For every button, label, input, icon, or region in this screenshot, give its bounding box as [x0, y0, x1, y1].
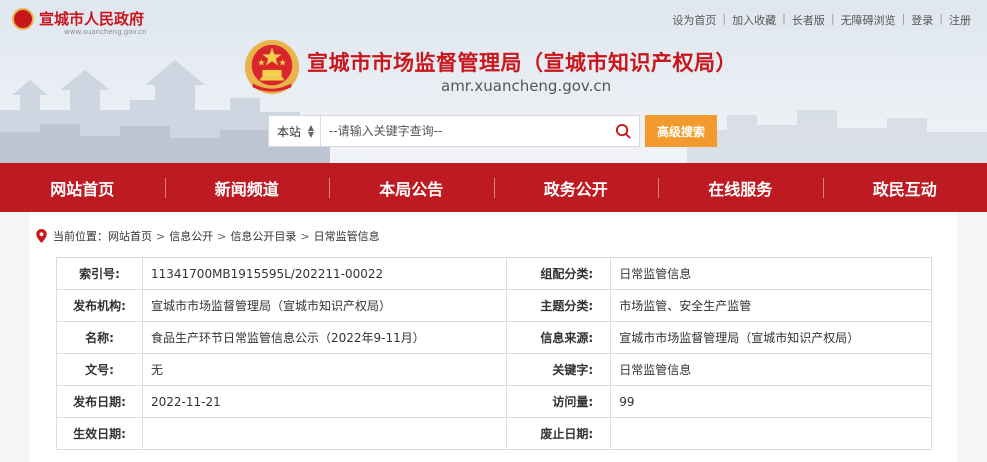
- national-emblem-icon: [243, 38, 301, 96]
- site-logo[interactable]: 宣城市人民政府 www.xuancheng.gov.cn: [12, 5, 144, 33]
- name-value: 食品生产环节日常监管信息公示（2022年9-11月）: [143, 322, 507, 354]
- location-pin-icon: [36, 229, 47, 243]
- advanced-search-button[interactable]: 高级搜索: [645, 115, 717, 147]
- top-links: 设为首页| 加入收藏| 长者版| 无障碍浏览| 登录| 注册: [672, 12, 971, 28]
- publisher-label: 发布机构:: [57, 290, 143, 322]
- keyword-label-cell: 关键字:: [507, 354, 611, 386]
- header: 宣城市人民政府 www.xuancheng.gov.cn 设为首页| 加入收藏|…: [0, 0, 987, 163]
- breadcrumb-item-current[interactable]: 日常监管信息: [314, 228, 380, 244]
- topic-label-cell: 主题分类:: [507, 290, 611, 322]
- search-bar: 本站 ▲▼: [268, 115, 640, 147]
- breadcrumb: 当前位置： 网站首页 > 信息公开 > 信息公开目录 > 日常监管信息: [36, 228, 380, 244]
- table-row: 索引号: 11341700MB1915595L/202211-00022 组配分…: [57, 258, 932, 290]
- nav-item-announcements[interactable]: 本局公告: [329, 163, 494, 212]
- sort-arrows-icon: ▲▼: [308, 124, 314, 138]
- search-scope-select[interactable]: 本站 ▲▼: [269, 116, 321, 146]
- keyword-value: 日常监管信息: [611, 354, 932, 386]
- source-value: 宣城市市场监督管理局（宣城市知识产权局）: [611, 322, 932, 354]
- toplink-accessibility[interactable]: 无障碍浏览: [841, 12, 896, 28]
- document-number-value: 无: [143, 354, 507, 386]
- document-number-label: 文号:: [57, 354, 143, 386]
- site-domain: www.xuancheng.gov.cn: [64, 28, 147, 36]
- name-label: 名称:: [57, 322, 143, 354]
- site-title: 宣城市人民政府: [39, 11, 144, 27]
- breadcrumb-item-info-disclosure[interactable]: 信息公开: [169, 228, 213, 244]
- toplink-set-homepage[interactable]: 设为首页: [672, 12, 716, 28]
- info-table: 索引号: 11341700MB1915595L/202211-00022 组配分…: [56, 257, 932, 450]
- category-label-cell: 组配分类:: [507, 258, 611, 290]
- table-row: 发布日期: 2022-11-21 访问量: 99: [57, 386, 932, 418]
- city-skyline-right-illustration: [687, 70, 987, 163]
- visits-label-cell: 访问量:: [507, 386, 611, 418]
- department-title: 宣城市市场监督管理局（宣城市知识产权局）: [307, 47, 737, 77]
- search-input[interactable]: [321, 116, 607, 146]
- publish-date-label: 发布日期:: [57, 386, 143, 418]
- publisher-value: 宣城市市场监督管理局（宣城市知识产权局）: [143, 290, 507, 322]
- category-label: 组配分类:: [507, 265, 610, 282]
- index-number-value: 11341700MB1915595L/202211-00022: [143, 258, 507, 290]
- breadcrumb-item-disclosure-catalog[interactable]: 信息公开目录: [230, 228, 296, 244]
- source-label: 信息来源:: [507, 329, 610, 346]
- source-label-cell: 信息来源:: [507, 322, 611, 354]
- nav-item-government-affairs[interactable]: 政务公开: [494, 163, 659, 212]
- main-nav: 网站首页 新闻频道 本局公告 政务公开 在线服务 政民互动: [0, 163, 987, 212]
- visits-value: 99: [611, 386, 932, 418]
- search-button[interactable]: [607, 116, 639, 146]
- table-row: 发布机构: 宣城市市场监督管理局（宣城市知识产权局） 主题分类: 市场监管、安全…: [57, 290, 932, 322]
- effective-date-label: 生效日期:: [57, 418, 143, 450]
- department-domain: amr.xuancheng.gov.cn: [441, 77, 611, 95]
- expiry-date-label-cell: 废止日期:: [507, 418, 611, 450]
- effective-date-value: [143, 418, 507, 450]
- visits-label: 访问量:: [507, 393, 610, 410]
- toplink-add-favorite[interactable]: 加入收藏: [732, 12, 776, 28]
- nav-item-citizen-interaction[interactable]: 政民互动: [823, 163, 987, 212]
- topic-label: 主题分类:: [507, 297, 610, 314]
- nav-item-news[interactable]: 新闻频道: [165, 163, 330, 212]
- table-row: 文号: 无 关键字: 日常监管信息: [57, 354, 932, 386]
- table-row: 名称: 食品生产环节日常监管信息公示（2022年9-11月） 信息来源: 宣城市…: [57, 322, 932, 354]
- search-scope-label: 本站: [277, 123, 301, 140]
- category-value: 日常监管信息: [611, 258, 932, 290]
- keyword-label: 关键字:: [507, 361, 610, 378]
- expiry-date-label: 废止日期:: [507, 425, 610, 442]
- toplink-register[interactable]: 注册: [949, 12, 971, 28]
- nav-item-home[interactable]: 网站首页: [0, 163, 165, 212]
- nav-item-online-services[interactable]: 在线服务: [658, 163, 823, 212]
- expiry-date-value: [611, 418, 932, 450]
- search-icon: [615, 123, 632, 140]
- index-number-label: 索引号:: [57, 258, 143, 290]
- toplink-elder-version[interactable]: 长者版: [792, 12, 825, 28]
- breadcrumb-prefix: 当前位置：: [53, 228, 108, 244]
- topic-value: 市场监管、安全生产监管: [611, 290, 932, 322]
- publish-date-value: 2022-11-21: [143, 386, 507, 418]
- breadcrumb-item-home[interactable]: 网站首页: [108, 228, 152, 244]
- small-emblem-icon: [12, 8, 34, 30]
- toplink-login[interactable]: 登录: [911, 12, 933, 28]
- table-row: 生效日期: 废止日期:: [57, 418, 932, 450]
